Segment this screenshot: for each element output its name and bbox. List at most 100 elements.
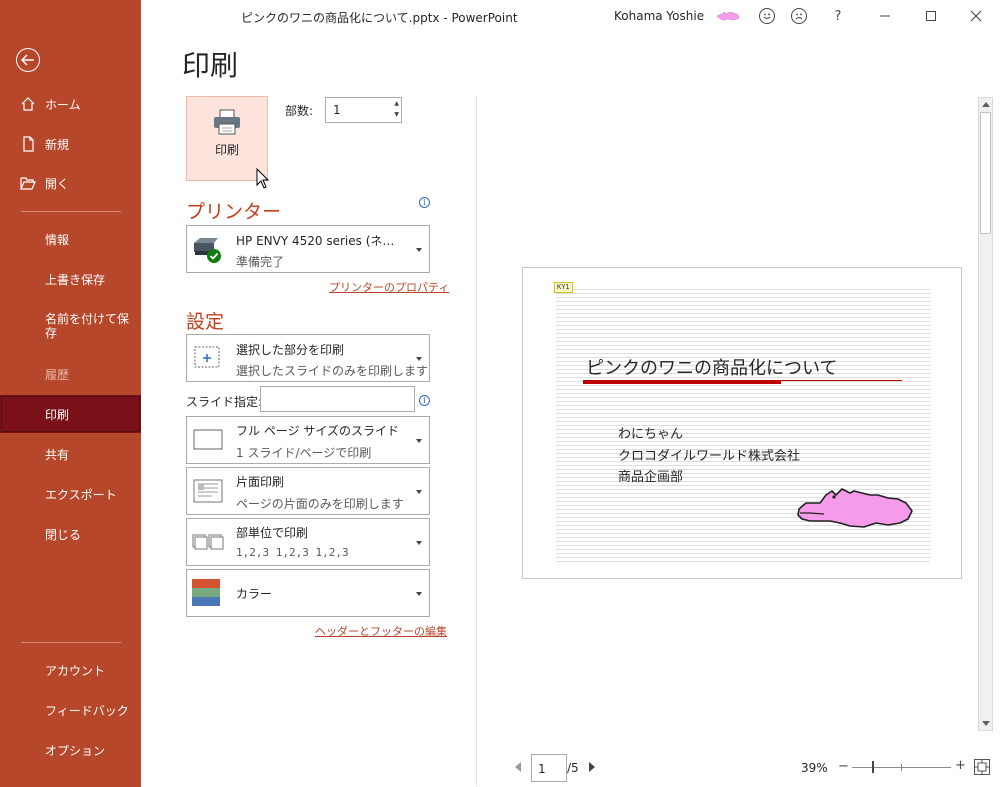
- scroll-down-icon[interactable]: [982, 721, 990, 726]
- nav-divider: [21, 642, 121, 643]
- chevron-down-icon: [416, 357, 422, 361]
- full-page-slide-icon: [193, 429, 223, 450]
- print-button-label: 印刷: [214, 143, 239, 157]
- user-name[interactable]: Kohama Yoshie: [614, 9, 704, 23]
- nav-save[interactable]: 上書き保存: [0, 260, 141, 298]
- collate-title: 部単位で印刷: [236, 526, 309, 540]
- color-title: カラー: [236, 587, 273, 601]
- nav-account[interactable]: アカウント: [0, 651, 141, 689]
- zoom-slider-center-tick: [901, 764, 902, 771]
- copies-label: 部数:: [285, 104, 314, 118]
- layout-title: フル ページ サイズのスライド: [236, 424, 400, 438]
- nav-options[interactable]: オプション: [0, 731, 141, 769]
- printer-ready-icon: [194, 238, 221, 263]
- minimize-icon: [880, 15, 890, 17]
- printer-select[interactable]: HP ENVY 4520 series (ネ… 準備完了: [186, 225, 430, 273]
- collate-desc: 1,2,3 1,2,3 1,2,3: [236, 546, 349, 559]
- preview-scrollbar[interactable]: [978, 97, 993, 731]
- zoom-to-page-button[interactable]: [974, 759, 990, 775]
- sides-select[interactable]: 片面印刷 ページの片面のみを印刷します: [186, 467, 430, 515]
- frown-icon[interactable]: [791, 8, 807, 24]
- nav-open[interactable]: 開く: [0, 164, 141, 202]
- color-select[interactable]: カラー: [186, 569, 430, 617]
- open-folder-icon: [20, 177, 36, 190]
- slide-preview: KY1 ピンクのワニの商品化について わにちゃん クロコダイルワールド株式会社 …: [522, 267, 962, 579]
- slides-input[interactable]: [260, 386, 415, 412]
- printer-properties-link[interactable]: プリンターのプロパティ: [329, 279, 449, 295]
- avatar[interactable]: [716, 9, 740, 23]
- nav-info[interactable]: 情報: [0, 220, 141, 258]
- spin-up-icon[interactable]: ▲: [394, 100, 399, 107]
- nav-new[interactable]: 新規: [0, 125, 141, 163]
- nav-options-label: オプション: [45, 743, 106, 758]
- page-number-input[interactable]: 1: [531, 754, 567, 782]
- close-button[interactable]: [968, 8, 984, 24]
- smile-icon[interactable]: [759, 8, 775, 24]
- scroll-up-icon[interactable]: [982, 102, 990, 107]
- spin-down-icon[interactable]: ▼: [394, 111, 399, 118]
- print-range-title: 選択した部分を印刷: [236, 343, 345, 357]
- nav-print[interactable]: 印刷: [0, 395, 141, 433]
- zoom-out-button[interactable]: −: [838, 759, 849, 774]
- nav-open-label: 開く: [45, 176, 70, 191]
- zoom-level[interactable]: 39%: [801, 761, 828, 775]
- nav-close-label: 閉じる: [45, 527, 82, 542]
- maximize-button[interactable]: [923, 8, 939, 24]
- info-icon[interactable]: i: [419, 197, 430, 208]
- color-icon: [192, 579, 220, 606]
- sides-desc: ページの片面のみを印刷します: [236, 497, 404, 511]
- minimize-button[interactable]: [877, 8, 893, 24]
- sides-title: 片面印刷: [236, 475, 285, 489]
- nav-share[interactable]: 共有: [0, 435, 141, 473]
- zoom-slider-thumb[interactable]: [872, 761, 874, 773]
- settings-section-title: 設定: [186, 311, 225, 333]
- nav-save-label: 上書き保存: [45, 272, 106, 287]
- layout-desc: 1 スライド/ページで印刷: [236, 446, 372, 460]
- slide-text-line: クロコダイルワールド株式会社: [618, 449, 801, 464]
- backstage-nav: ホーム 新規 開く 情報 上書き保存 名前を付けて保 存 履歴 印刷 共有 エク…: [0, 0, 141, 787]
- back-arrow-icon: [21, 54, 34, 66]
- nav-home-label: ホーム: [45, 97, 81, 112]
- chevron-down-icon: [416, 248, 422, 252]
- title-underline-thin: [781, 380, 902, 381]
- zoom-in-button[interactable]: +: [955, 758, 966, 773]
- previous-page-icon[interactable]: [515, 762, 521, 772]
- home-icon: [21, 97, 35, 111]
- new-document-icon: [23, 136, 34, 152]
- back-button[interactable]: [16, 48, 40, 72]
- maximize-icon: [926, 11, 936, 21]
- print-range-select[interactable]: 選択した部分を印刷 選択したスライドのみを印刷します: [186, 334, 430, 382]
- slide-title: ピンクのワニの商品化について: [586, 358, 838, 379]
- slides-label: スライド指定:: [186, 395, 263, 409]
- fit-page-icon: [975, 760, 989, 774]
- nav-close[interactable]: 閉じる: [0, 515, 141, 553]
- nav-divider: [21, 211, 121, 212]
- nav-history-label: 履歴: [45, 367, 70, 382]
- collate-select[interactable]: 部単位で印刷 1,2,3 1,2,3 1,2,3: [186, 518, 430, 566]
- chevron-down-icon: [416, 541, 422, 545]
- nav-home[interactable]: ホーム: [0, 85, 141, 123]
- copies-value: 1: [333, 103, 341, 117]
- crocodile-illustration: [797, 488, 913, 528]
- layout-select[interactable]: フル ページ サイズのスライド 1 スライド/ページで印刷: [186, 416, 430, 464]
- header-footer-link[interactable]: ヘッダーとフッターの編集: [315, 623, 447, 639]
- chevron-down-icon: [416, 490, 422, 494]
- help-button[interactable]: ?: [830, 8, 846, 24]
- printer-section-title: プリンター: [186, 201, 282, 223]
- slide-text-line: わにちゃん: [618, 427, 684, 442]
- info-icon[interactable]: i: [419, 395, 430, 406]
- nav-export[interactable]: エクスポート: [0, 475, 141, 513]
- next-page-icon[interactable]: [589, 762, 595, 772]
- nav-account-label: アカウント: [45, 663, 106, 678]
- nav-save-as-label: 名前を付けて保 存: [45, 312, 130, 340]
- scroll-thumb[interactable]: [980, 112, 991, 234]
- copies-stepper[interactable]: 1 ▲ ▼: [325, 97, 402, 123]
- nav-feedback[interactable]: フィードバック: [0, 691, 141, 729]
- chevron-down-icon: [416, 592, 422, 596]
- nav-history: 履歴: [0, 355, 141, 393]
- nav-save-as[interactable]: 名前を付けて保 存: [0, 312, 141, 346]
- page-title: 印刷: [182, 49, 239, 82]
- printer-status: 準備完了: [236, 255, 285, 269]
- printer-name: HP ENVY 4520 series (ネ…: [236, 234, 395, 248]
- title-underline: [583, 380, 781, 384]
